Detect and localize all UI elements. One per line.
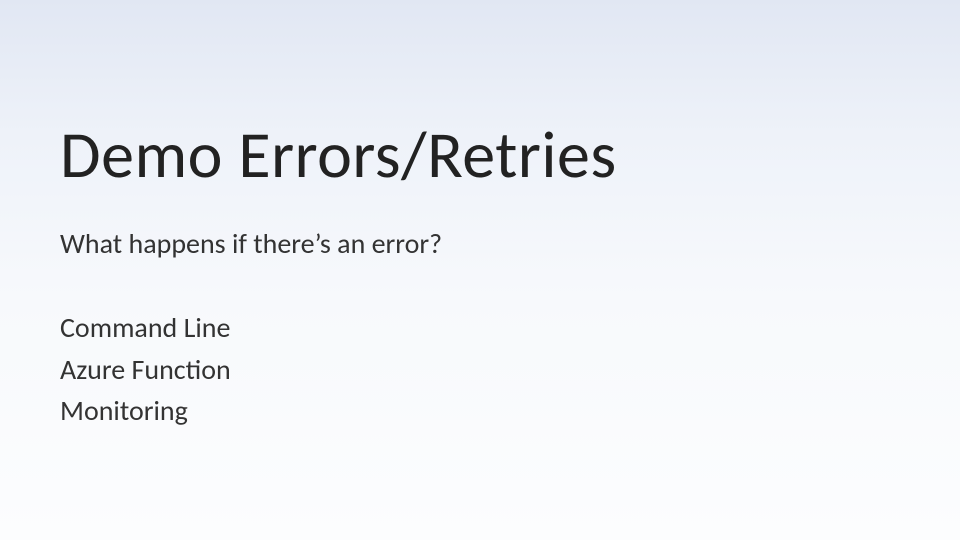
slide-items: Command Line Azure Function Monitoring [60, 309, 900, 430]
list-item: Azure Function [60, 351, 900, 389]
list-item: Command Line [60, 309, 900, 347]
slide: Demo Errors/Retries What happens if ther… [0, 0, 960, 540]
slide-title: Demo Errors/Retries [60, 120, 900, 189]
slide-subtitle: What happens if there’s an error? [60, 227, 900, 261]
list-item: Monitoring [60, 392, 900, 430]
